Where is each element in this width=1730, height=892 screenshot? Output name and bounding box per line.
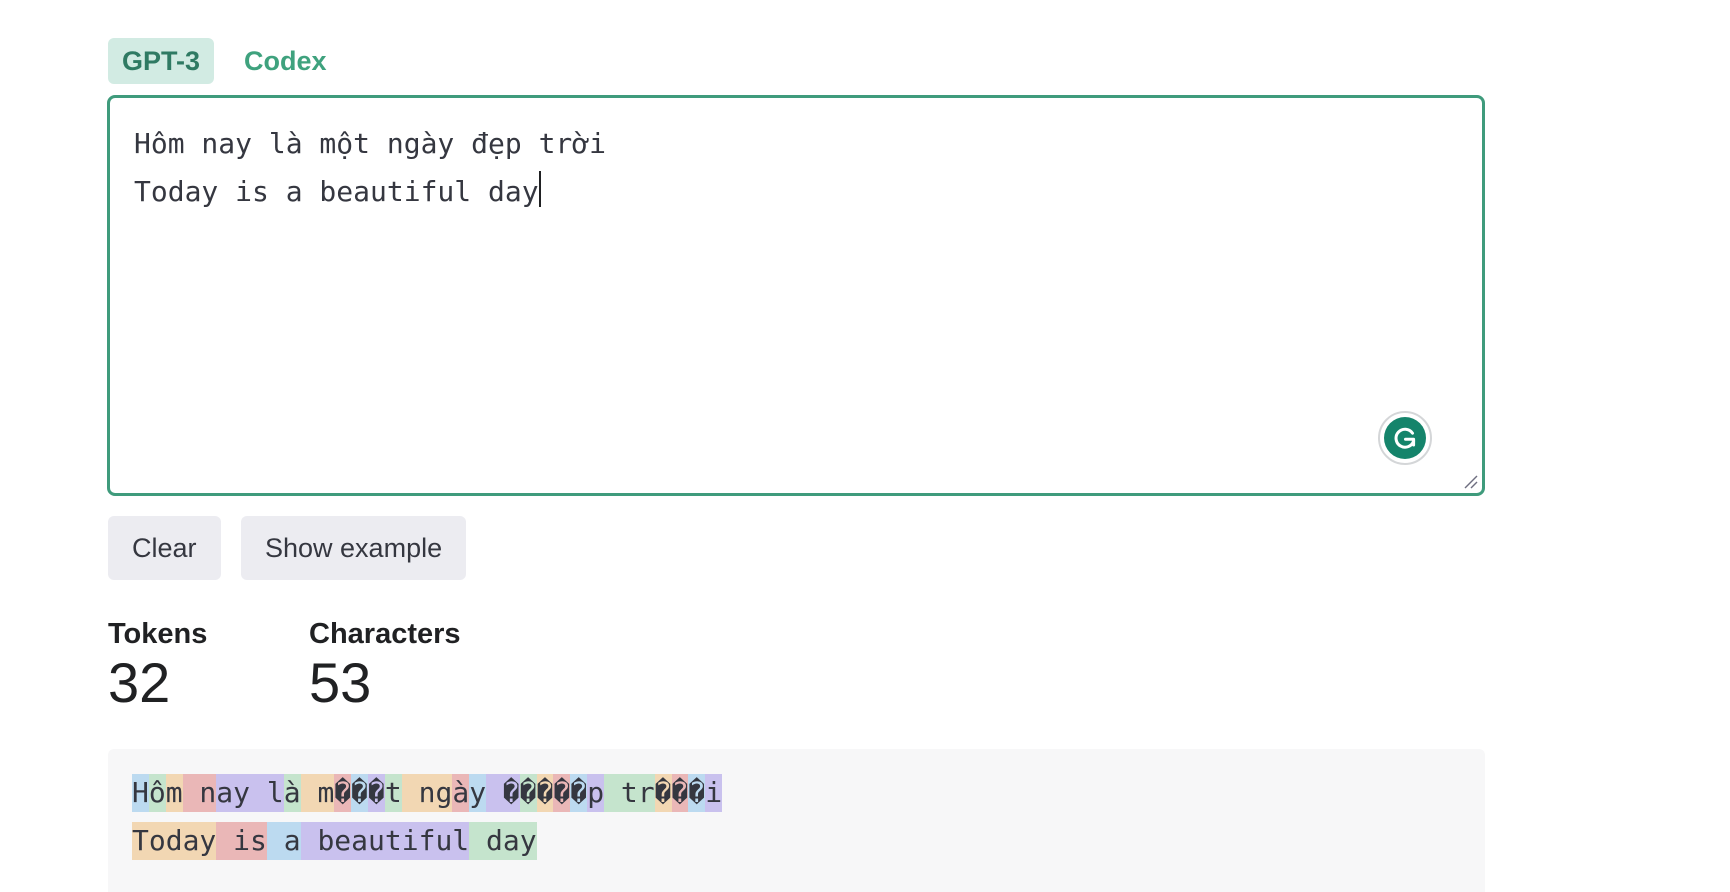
token: ng (401, 774, 453, 812)
token: à (283, 774, 301, 812)
characters-label: Characters (309, 618, 461, 650)
token: tr (604, 774, 655, 812)
characters-count: 53 (309, 651, 372, 714)
editor-content[interactable]: Hôm nay là một ngày đẹp trời Today is a b… (134, 120, 606, 216)
text-input-area[interactable]: Hôm nay là một ngày đẹp trời Today is a b… (107, 95, 1485, 496)
token: � (334, 774, 352, 812)
token: ay (216, 774, 251, 812)
token: m (300, 774, 335, 812)
token: � (536, 774, 554, 812)
token: ô (148, 774, 166, 812)
grammarly-g-icon (1384, 417, 1426, 459)
token: � (688, 774, 706, 812)
token: Today (132, 822, 217, 860)
token: m (165, 774, 183, 812)
tab-gpt3[interactable]: GPT-3 (108, 38, 215, 84)
grammarly-button[interactable] (1378, 411, 1432, 465)
token: � (671, 774, 689, 812)
token: t (384, 774, 402, 812)
token: � (351, 774, 369, 812)
token: n (182, 774, 217, 812)
token: H (132, 774, 149, 812)
token-line: Today is a beautiful day (132, 817, 722, 865)
token: � (519, 774, 537, 812)
token: � (486, 774, 520, 812)
token: p (587, 774, 605, 812)
resize-handle-icon[interactable] (1463, 474, 1479, 490)
editor-line-2-text: Today is a beautiful day (134, 175, 539, 208)
text-caret (538, 171, 541, 207)
token: � (570, 774, 588, 812)
token: � (553, 774, 571, 812)
token: is (216, 822, 267, 860)
editor-line-2: Today is a beautiful day (134, 168, 606, 216)
tab-codex[interactable]: Codex (230, 38, 341, 84)
token: beautiful (300, 822, 470, 860)
token: � (654, 774, 672, 812)
token: � (368, 774, 385, 812)
tokenized-output-panel: Hôm nay là m���t ngày �����p tr���i Today… (108, 749, 1485, 892)
editor-line-1: Hôm nay là một ngày đẹp trời (134, 127, 607, 160)
clear-button[interactable]: Clear (108, 516, 221, 580)
token: y (469, 774, 487, 812)
token: l (250, 774, 284, 812)
token: day (469, 822, 537, 860)
tokenized-text: Hôm nay là m���t ngày �����p tr���i Today… (132, 769, 723, 865)
token-line: Hôm nay là m���t ngày �����p tr���i (132, 769, 723, 817)
model-tabs: GPT-3 Codex (108, 38, 341, 84)
tokens-label: Tokens (108, 618, 208, 650)
token: a (266, 822, 301, 860)
token: i (705, 774, 723, 812)
tokens-count: 32 (108, 651, 171, 714)
show-example-button[interactable]: Show example (241, 516, 467, 580)
token: à (452, 774, 470, 812)
